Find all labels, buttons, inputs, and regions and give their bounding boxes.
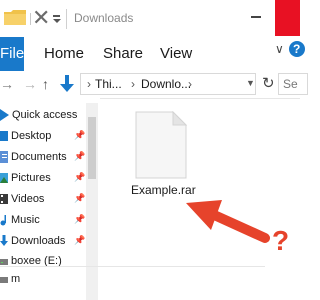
- question-mark: ?: [272, 225, 290, 256]
- annotation-arrow: [186, 200, 270, 243]
